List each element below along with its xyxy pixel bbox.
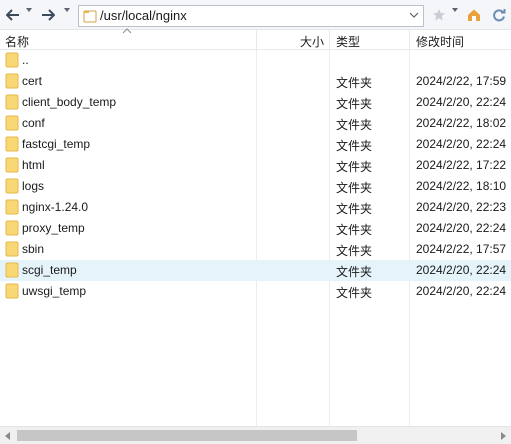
favorite-button[interactable] (431, 5, 447, 25)
address-path[interactable]: /usr/local/nginx (100, 8, 187, 23)
back-arrow-icon (6, 9, 19, 21)
file-modified: 2024/2/22, 17:59 (416, 74, 507, 88)
folder-icon (5, 157, 19, 173)
file-modified: 2024/2/20, 22:24 (416, 263, 507, 277)
file-type: 文件夹 (336, 286, 373, 300)
horizontal-scrollbar[interactable] (0, 426, 511, 444)
column-type[interactable]: 类型 (336, 33, 360, 50)
list-item[interactable]: client_body_temp 文件夹 2024/2/20, 22:24 (0, 92, 511, 113)
folder-icon (5, 283, 19, 299)
sort-ascending-icon (122, 28, 132, 34)
column-size[interactable]: 大小 (300, 33, 324, 50)
file-name: html (22, 158, 45, 172)
column-header: 名称 大小 类型 修改时间 (0, 28, 511, 50)
scroll-right-button[interactable] (495, 427, 511, 444)
folder-icon (5, 262, 19, 278)
file-modified: 2024/2/20, 22:24 (416, 221, 507, 235)
refresh-icon (493, 9, 506, 22)
column-modified[interactable]: 修改时间 (416, 33, 464, 50)
folder-icon (5, 178, 19, 194)
list-item[interactable]: cert 文件夹 2024/2/22, 17:59 (0, 71, 511, 92)
file-modified: 2024/2/22, 17:57 (416, 242, 507, 256)
folder-icon (5, 73, 19, 89)
folder-icon (5, 52, 19, 68)
file-type: 文件夹 (336, 97, 373, 111)
file-name: uwsgi_temp (22, 284, 87, 298)
file-name: logs (22, 179, 45, 193)
list-item[interactable]: conf 文件夹 2024/2/22, 18:02 (0, 113, 511, 134)
file-list: .. cert 文件夹 2024/2/22, 17:59 client_body… (0, 50, 511, 426)
file-modified: 2024/2/22, 17:22 (416, 158, 507, 172)
file-type: 文件夹 (336, 118, 373, 132)
list-item[interactable]: logs 文件夹 2024/2/22, 18:10 (0, 176, 511, 197)
address-bar[interactable]: /usr/local/nginx (78, 5, 424, 27)
file-type: 文件夹 (336, 76, 373, 90)
file-name: nginx-1.24.0 (22, 200, 89, 214)
folder-icon (5, 94, 19, 110)
column-name[interactable]: 名称 (5, 33, 29, 50)
file-name: sbin (22, 242, 45, 256)
forward-history-dropdown[interactable] (64, 8, 70, 12)
file-modified: 2024/2/20, 22:24 (416, 95, 507, 109)
folder-icon (5, 115, 19, 131)
folder-icon (5, 199, 19, 215)
toolbar: /usr/local/nginx (0, 0, 511, 30)
list-item[interactable]: uwsgi_temp 文件夹 2024/2/20, 22:24 (0, 281, 511, 302)
file-name: proxy_temp (22, 221, 85, 235)
file-name: .. (22, 53, 29, 67)
file-name: scgi_temp (22, 263, 77, 277)
list-item[interactable]: nginx-1.24.0 文件夹 2024/2/20, 22:23 (0, 197, 511, 218)
file-type: 文件夹 (336, 265, 373, 279)
forward-button[interactable] (40, 5, 56, 25)
home-icon (468, 9, 480, 21)
file-type: 文件夹 (336, 181, 373, 195)
list-item[interactable]: sbin 文件夹 2024/2/22, 17:57 (0, 239, 511, 260)
list-item[interactable]: fastcgi_temp 文件夹 2024/2/20, 22:24 (0, 134, 511, 155)
folder-icon (5, 220, 19, 236)
file-modified: 2024/2/20, 22:24 (416, 137, 507, 151)
file-modified: 2024/2/22, 18:10 (416, 179, 507, 193)
file-type: 文件夹 (336, 202, 373, 216)
folder-icon (5, 136, 19, 152)
folder-icon (83, 10, 97, 23)
file-name: fastcgi_temp (22, 137, 91, 151)
file-modified: 2024/2/20, 22:23 (416, 200, 507, 214)
file-type: 文件夹 (336, 139, 373, 153)
home-button[interactable] (466, 5, 482, 25)
file-name: client_body_temp (22, 95, 117, 109)
back-button[interactable] (5, 5, 21, 25)
back-history-dropdown[interactable] (26, 8, 32, 12)
chevron-down-icon[interactable] (409, 11, 419, 19)
file-type: 文件夹 (336, 223, 373, 237)
forward-arrow-icon (42, 9, 55, 21)
file-type: 文件夹 (336, 160, 373, 174)
file-modified: 2024/2/22, 18:02 (416, 116, 507, 130)
file-name: conf (22, 116, 45, 130)
scroll-thumb[interactable] (17, 430, 357, 441)
chevron-right-icon (501, 431, 506, 440)
list-item-parent[interactable]: .. (0, 50, 511, 71)
scroll-left-button[interactable] (0, 427, 16, 444)
file-name: cert (22, 74, 43, 88)
refresh-button[interactable] (490, 5, 508, 25)
file-type: 文件夹 (336, 244, 373, 258)
star-icon (433, 9, 445, 21)
list-item-selected[interactable]: scgi_temp 文件夹 2024/2/20, 22:24 (0, 260, 511, 281)
file-modified: 2024/2/20, 22:24 (416, 284, 507, 298)
list-item[interactable]: html 文件夹 2024/2/22, 17:22 (0, 155, 511, 176)
folder-icon (5, 241, 19, 257)
favorite-dropdown[interactable] (452, 8, 458, 12)
list-item[interactable]: proxy_temp 文件夹 2024/2/20, 22:24 (0, 218, 511, 239)
chevron-left-icon (5, 431, 10, 440)
